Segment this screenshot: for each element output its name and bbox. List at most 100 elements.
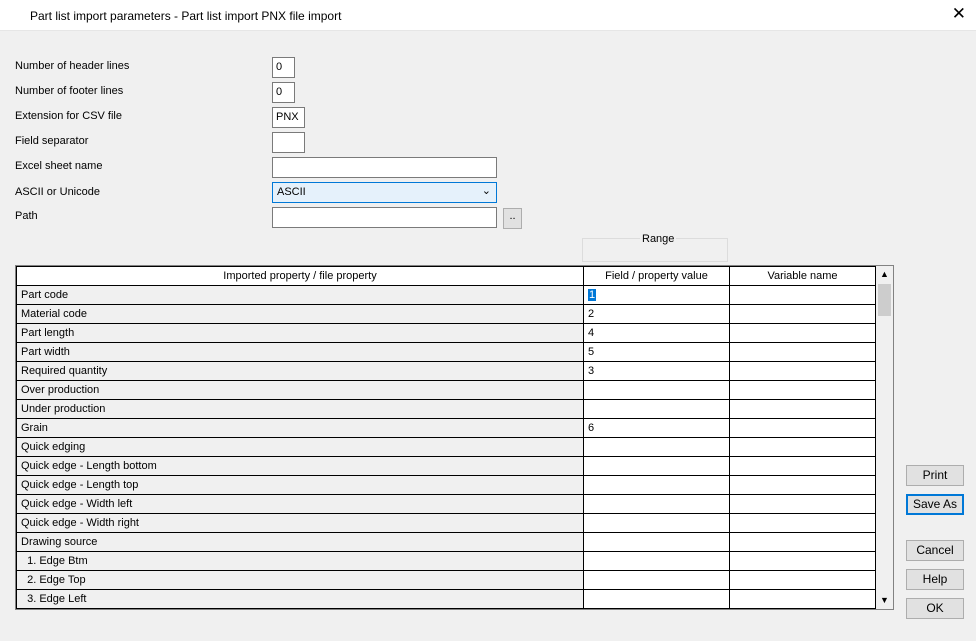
property-cell: Quick edging — [16, 437, 584, 457]
save-as-button[interactable]: Save As — [906, 494, 964, 515]
value-cell[interactable] — [583, 380, 730, 400]
property-cell: Grain — [16, 418, 584, 438]
separator-input[interactable] — [272, 132, 305, 153]
value-cell[interactable] — [583, 399, 730, 419]
title-bar: Part list import parameters - Part list … — [0, 0, 976, 31]
value-cell[interactable]: 3 — [583, 361, 730, 381]
table-row[interactable]: Part length 4 — [16, 323, 876, 343]
grid-scrollbar[interactable]: ▲ ▼ — [876, 266, 893, 609]
property-cell: Quick edge - Length top — [16, 475, 584, 495]
property-cell: 3. Edge Left — [16, 589, 584, 609]
variable-cell[interactable] — [729, 456, 876, 476]
table-row[interactable]: 2. Edge Top — [16, 570, 876, 590]
ok-button[interactable]: OK — [906, 598, 964, 619]
variable-cell[interactable] — [729, 589, 876, 609]
property-cell: Quick edge - Width right — [16, 513, 584, 533]
browse-button[interactable]: .. — [503, 208, 522, 229]
property-cell: Over production — [16, 380, 584, 400]
chevron-down-icon: ⌄ — [481, 185, 491, 197]
variable-cell[interactable] — [729, 418, 876, 438]
variable-cell[interactable] — [729, 342, 876, 362]
table-row[interactable]: Material code 2 — [16, 304, 876, 324]
value-cell[interactable] — [583, 589, 730, 609]
value-cell[interactable] — [583, 494, 730, 514]
variable-cell[interactable] — [729, 532, 876, 552]
window-title: Part list import parameters - Part list … — [30, 9, 342, 23]
property-cell: 1. Edge Btm — [16, 551, 584, 571]
header-lines-input[interactable]: 0 — [272, 57, 295, 78]
variable-cell[interactable] — [729, 285, 876, 305]
column-header-property[interactable]: Imported property / file property — [16, 266, 584, 286]
scroll-up-icon[interactable]: ▲ — [876, 266, 893, 283]
table-row[interactable]: Quick edge - Width right — [16, 513, 876, 533]
property-cell: Part code — [16, 285, 584, 305]
property-cell: Quick edge - Length bottom — [16, 456, 584, 476]
variable-cell[interactable] — [729, 361, 876, 381]
variable-cell[interactable] — [729, 399, 876, 419]
variable-cell[interactable] — [729, 570, 876, 590]
separator-label: Field separator — [15, 135, 89, 147]
scroll-thumb[interactable] — [878, 284, 891, 316]
table-row[interactable]: Quick edge - Length bottom — [16, 456, 876, 476]
value-cell[interactable] — [583, 456, 730, 476]
table-row[interactable]: Under production — [16, 399, 876, 419]
print-button[interactable]: Print — [906, 465, 964, 486]
value-cell[interactable]: 1 — [583, 285, 730, 305]
scroll-down-icon[interactable]: ▼ — [876, 592, 893, 609]
table-row[interactable]: Quick edging — [16, 437, 876, 457]
path-input[interactable] — [272, 207, 497, 228]
extension-input[interactable]: PNX — [272, 107, 305, 128]
value-cell[interactable] — [583, 437, 730, 457]
table-row[interactable]: Grain 6 — [16, 418, 876, 438]
sheet-name-input[interactable] — [272, 157, 497, 178]
table-row[interactable]: 1. Edge Btm — [16, 551, 876, 571]
column-header-value[interactable]: Field / property value — [583, 266, 730, 286]
property-cell: Material code — [16, 304, 584, 324]
property-cell: Drawing source — [16, 532, 584, 552]
variable-cell[interactable] — [729, 437, 876, 457]
value-cell[interactable]: 2 — [583, 304, 730, 324]
value-cell[interactable]: 4 — [583, 323, 730, 343]
variable-cell[interactable] — [729, 475, 876, 495]
footer-lines-input[interactable]: 0 — [272, 82, 295, 103]
property-cell: Under production — [16, 399, 584, 419]
column-header-variable[interactable]: Variable name — [729, 266, 876, 286]
variable-cell[interactable] — [729, 513, 876, 533]
property-cell: Quick edge - Width left — [16, 494, 584, 514]
table-row[interactable]: Over production — [16, 380, 876, 400]
footer-lines-label: Number of footer lines — [15, 85, 124, 97]
table-row[interactable]: Part width 5 — [16, 342, 876, 362]
variable-cell[interactable] — [729, 323, 876, 343]
property-cell: Part length — [16, 323, 584, 343]
encoding-label: ASCII or Unicode — [15, 186, 100, 198]
variable-cell[interactable] — [729, 494, 876, 514]
encoding-value: ASCII — [277, 186, 306, 198]
value-cell[interactable] — [583, 475, 730, 495]
table-row[interactable]: Drawing source — [16, 532, 876, 552]
header-lines-label: Number of header lines — [15, 60, 130, 72]
property-grid: Imported property / file property Field … — [15, 265, 894, 610]
variable-cell[interactable] — [729, 551, 876, 571]
help-button[interactable]: Help — [906, 569, 964, 590]
value-cell[interactable]: 5 — [583, 342, 730, 362]
table-row[interactable]: 3. Edge Left — [16, 589, 876, 609]
sheet-name-label: Excel sheet name — [15, 160, 103, 172]
table-row[interactable]: Part code 1 — [16, 285, 876, 305]
range-label: Range — [640, 233, 677, 245]
property-cell: Required quantity — [16, 361, 584, 381]
table-row[interactable]: Required quantity 3 — [16, 361, 876, 381]
cancel-button[interactable]: Cancel — [906, 540, 964, 561]
value-cell[interactable] — [583, 570, 730, 590]
table-row[interactable]: Quick edge - Length top — [16, 475, 876, 495]
value-cell[interactable] — [583, 551, 730, 571]
variable-cell[interactable] — [729, 380, 876, 400]
variable-cell[interactable] — [729, 304, 876, 324]
encoding-select[interactable]: ASCII ⌄ — [272, 182, 497, 203]
value-cell[interactable] — [583, 513, 730, 533]
close-icon[interactable]: ✕ — [952, 5, 966, 22]
value-cell[interactable]: 6 — [583, 418, 730, 438]
path-label: Path — [15, 210, 38, 222]
property-cell: 2. Edge Top — [16, 570, 584, 590]
value-cell[interactable] — [583, 532, 730, 552]
table-row[interactable]: Quick edge - Width left — [16, 494, 876, 514]
